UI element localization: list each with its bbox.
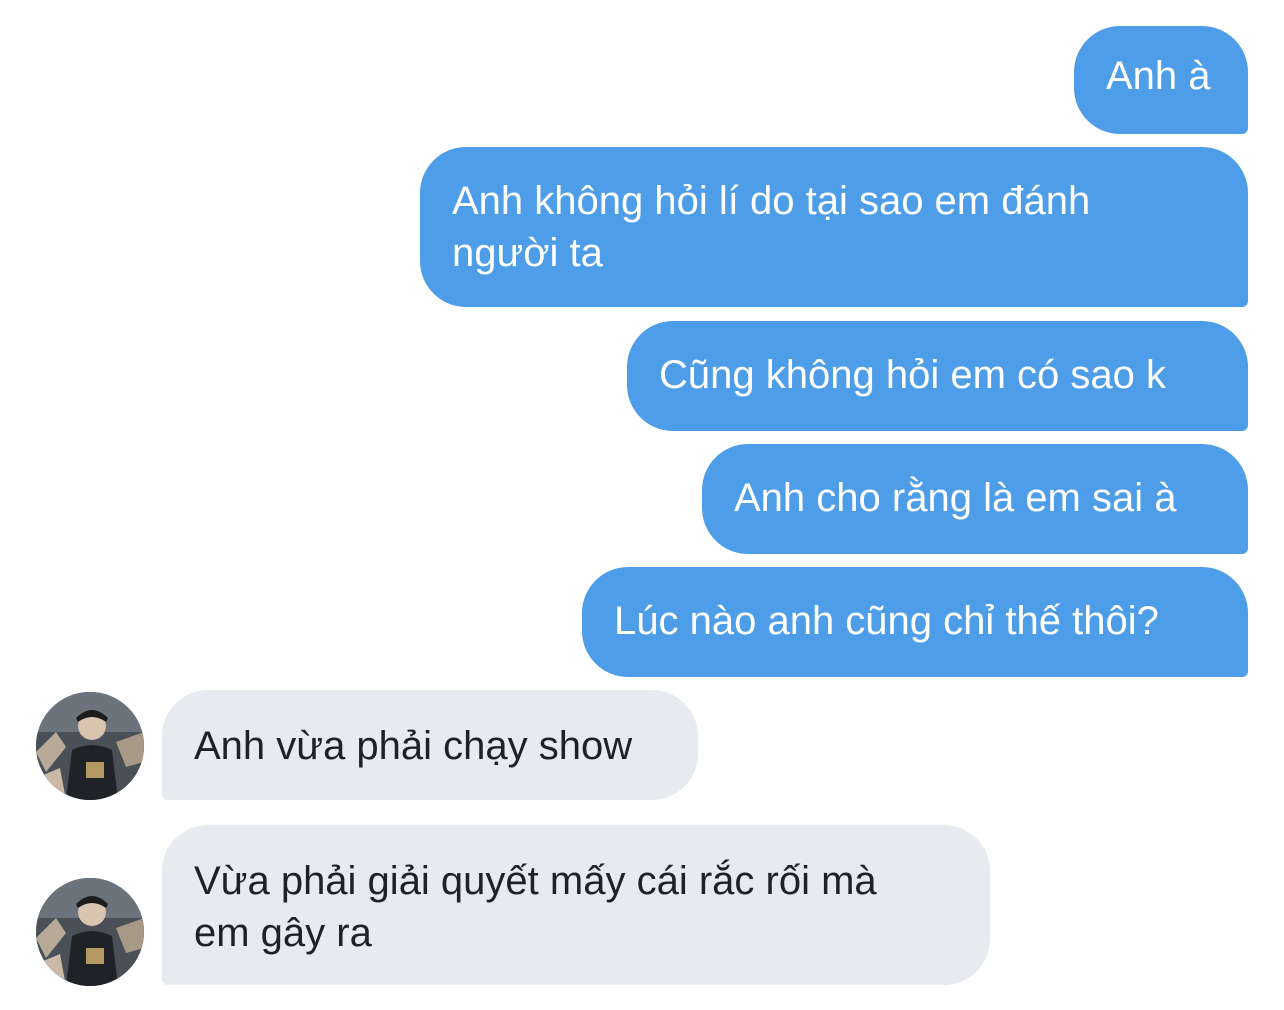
chat-thread: Anh à Anh không hỏi lí do tại sao em đán… bbox=[0, 0, 1284, 1010]
contact-avatar[interactable] bbox=[36, 878, 144, 986]
outgoing-message-bubble[interactable]: Anh không hỏi lí do tại sao em đánh ngườ… bbox=[420, 147, 1248, 307]
avatar-photo-icon bbox=[36, 878, 144, 986]
incoming-message-bubble[interactable]: Vừa phải giải quyết mấy cái rắc rối mà e… bbox=[162, 825, 990, 985]
outgoing-message-bubble[interactable]: Lúc nào anh cũng chỉ thế thôi? bbox=[582, 567, 1248, 677]
contact-avatar[interactable] bbox=[36, 692, 144, 800]
avatar-photo-icon bbox=[36, 692, 144, 800]
outgoing-message-bubble[interactable]: Anh à bbox=[1074, 26, 1248, 134]
incoming-message-bubble[interactable]: Anh vừa phải chạy show bbox=[162, 690, 698, 800]
outgoing-message-bubble[interactable]: Anh cho rằng là em sai à bbox=[702, 444, 1248, 554]
outgoing-message-bubble[interactable]: Cũng không hỏi em có sao k bbox=[627, 321, 1248, 431]
